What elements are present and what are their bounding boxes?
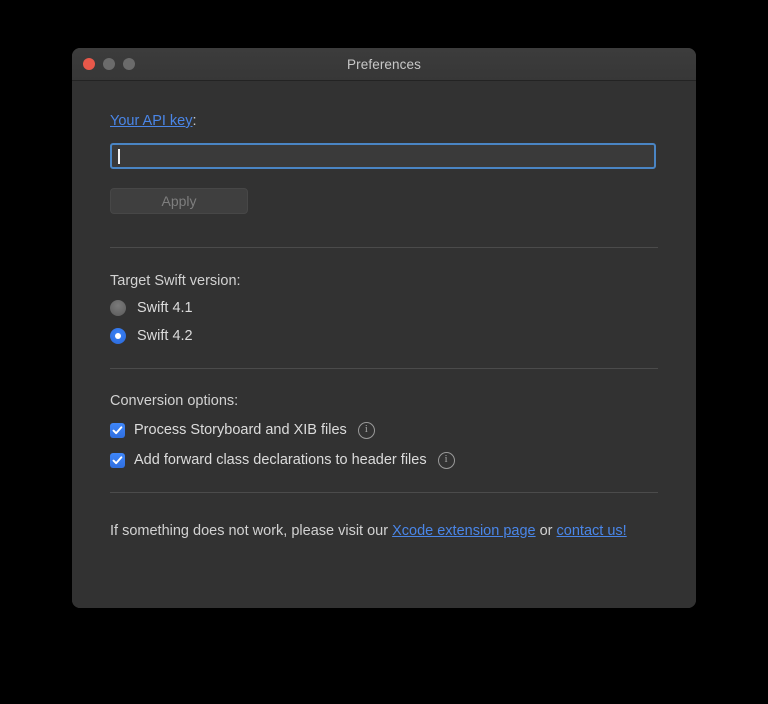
apply-button[interactable]: Apply bbox=[110, 187, 248, 214]
checkbox-label-forward-declarations: Add forward class declarations to header… bbox=[134, 451, 427, 468]
checkbox-row-forward-declarations[interactable]: Add forward class declarations to header… bbox=[110, 451, 658, 469]
close-window-button[interactable] bbox=[83, 58, 95, 70]
footer-text-before: If something does not work, please visit… bbox=[110, 522, 393, 539]
contact-us-link[interactable]: contact us! bbox=[557, 523, 627, 539]
info-icon-process-storyboard[interactable]: i bbox=[357, 421, 375, 439]
footer-text-middle: or bbox=[535, 522, 557, 539]
swift-version-section: Target Swift version: Swift 4.1 Swift 4.… bbox=[72, 272, 696, 344]
window-title: Preferences bbox=[347, 56, 421, 72]
api-key-link[interactable]: Your API key bbox=[110, 113, 193, 129]
radio-label-swift-41: Swift 4.1 bbox=[137, 299, 193, 316]
window-titlebar[interactable]: Preferences bbox=[72, 48, 696, 81]
section-divider-2 bbox=[110, 368, 658, 369]
conversion-options-label: Conversion options: bbox=[110, 393, 239, 409]
text-caret bbox=[118, 148, 120, 164]
section-divider-3 bbox=[110, 491, 658, 493]
section-divider-1 bbox=[110, 246, 658, 248]
radio-option-swift-41[interactable]: Swift 4.1 bbox=[110, 300, 658, 316]
preferences-window: Preferences Your API key: Apply Target S… bbox=[72, 48, 696, 608]
checkbox-row-process-storyboard[interactable]: Process Storyboard and XIB files i bbox=[110, 421, 658, 439]
radio-label-swift-42: Swift 4.2 bbox=[137, 327, 193, 344]
api-key-label-suffix: : bbox=[192, 113, 197, 129]
info-icon-forward-declarations[interactable]: i bbox=[437, 451, 455, 469]
radio-icon-selected bbox=[110, 328, 126, 344]
zoom-window-button[interactable] bbox=[123, 58, 135, 70]
footer-section: If something does not work, please visit… bbox=[72, 517, 696, 545]
radio-option-swift-42[interactable]: Swift 4.2 bbox=[110, 328, 658, 344]
radio-icon-unselected bbox=[110, 300, 126, 316]
conversion-options-section: Conversion options: Process Storyboard a… bbox=[72, 394, 696, 469]
traffic-light-group bbox=[83, 48, 135, 80]
api-key-input[interactable] bbox=[110, 142, 656, 169]
footer-text: If something does not work, please visit… bbox=[110, 517, 658, 545]
checkbox-label-process-storyboard: Process Storyboard and XIB files bbox=[134, 421, 347, 438]
swift-version-label: Target Swift version: bbox=[110, 272, 241, 289]
minimize-window-button[interactable] bbox=[103, 58, 115, 70]
checkmark-icon bbox=[110, 422, 125, 438]
checkmark-icon bbox=[110, 452, 125, 468]
xcode-extension-page-link[interactable]: Xcode extension page bbox=[392, 523, 536, 539]
api-key-label: Your API key: bbox=[110, 114, 658, 129]
preferences-content: Your API key: Apply Target Swift version… bbox=[72, 114, 696, 608]
api-key-section: Your API key: Apply bbox=[72, 114, 696, 214]
